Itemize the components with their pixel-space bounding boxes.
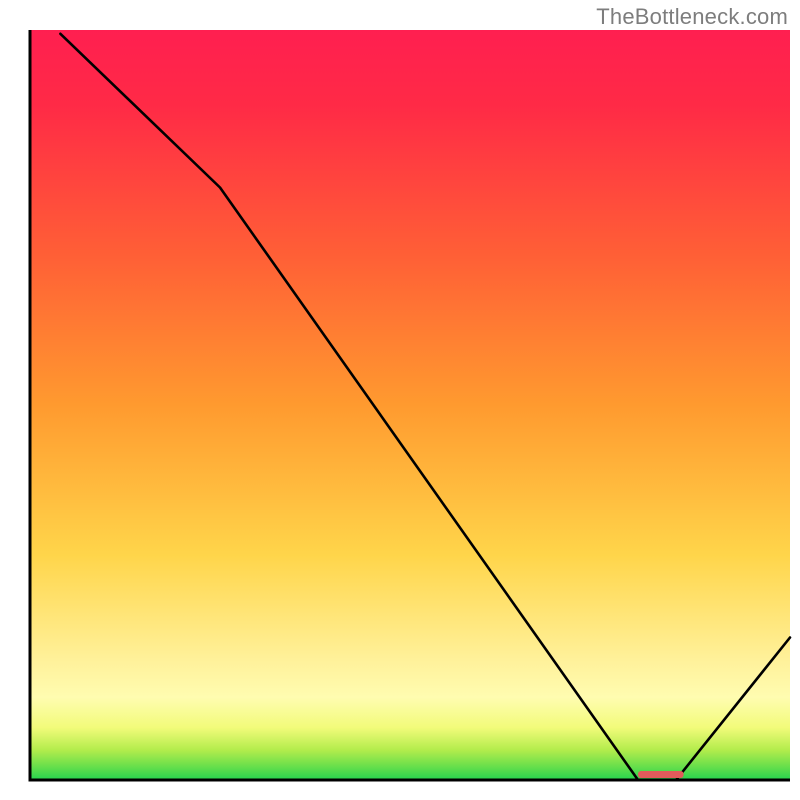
chart-container: TheBottleneck.com [0, 0, 800, 800]
bottleneck-chart [0, 0, 800, 800]
optimum-marker [638, 771, 684, 778]
chart-background [30, 30, 790, 780]
